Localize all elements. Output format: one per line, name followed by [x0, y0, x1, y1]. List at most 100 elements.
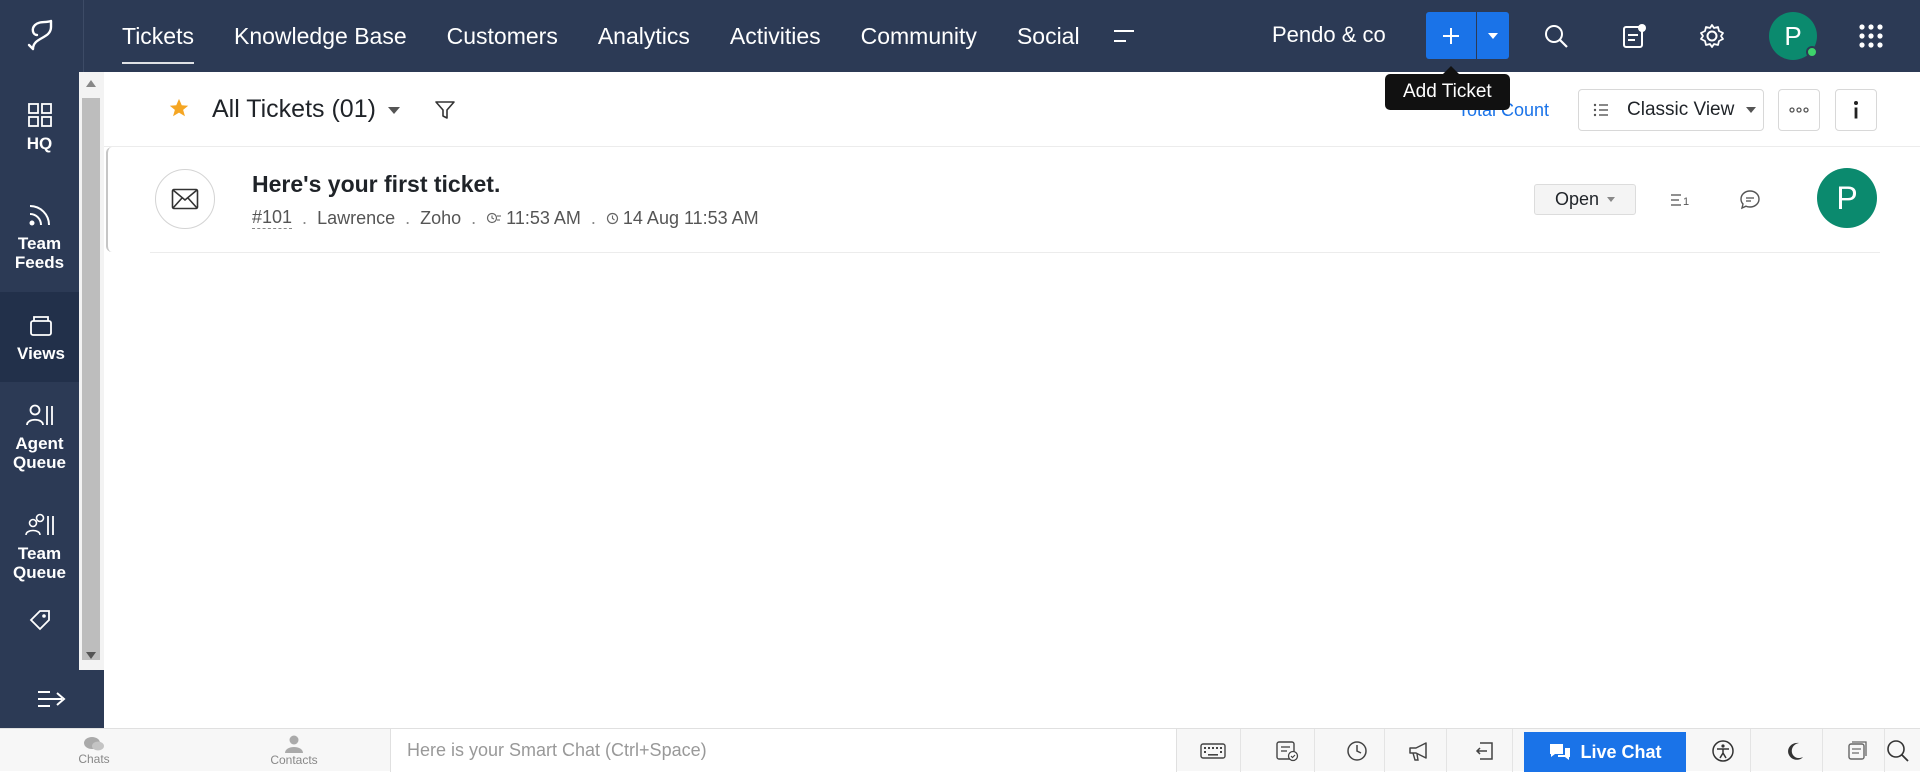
contacts-tab[interactable]: Contacts — [264, 729, 324, 772]
ticket-response-time: 11:53 AM — [506, 207, 581, 228]
view-mode-dropdown[interactable]: Classic View — [1578, 89, 1764, 131]
scroll-down-arrow-icon[interactable] — [86, 652, 96, 659]
view-header: All Tickets (01) Total Count Classic Vie… — [104, 72, 1920, 147]
chats-label: Chats — [78, 751, 110, 766]
chevron-down-icon — [1746, 107, 1757, 113]
sidebar-scrollbar[interactable] — [79, 72, 104, 670]
add-ticket-tooltip: Add Ticket — [1385, 66, 1510, 110]
add-options-dropdown[interactable] — [1477, 12, 1509, 59]
live-chat-button[interactable]: Live Chat — [1524, 732, 1686, 772]
info-button[interactable] — [1835, 89, 1877, 131]
ticket-id[interactable]: #101 — [252, 207, 293, 229]
thread-count: 1 — [1683, 196, 1689, 208]
response-time-icon — [487, 212, 502, 224]
status-label: Open — [1554, 189, 1600, 209]
sidebar-item-team-feeds[interactable]: Team Feeds — [0, 182, 79, 292]
contacts-label: Contacts — [270, 752, 318, 767]
tag-icon — [29, 610, 50, 631]
ticket-contact[interactable]: Lawrence — [317, 208, 395, 229]
plus-icon — [1443, 27, 1459, 44]
keyboard-icon[interactable] — [1186, 729, 1241, 772]
task-check-icon[interactable] — [1260, 729, 1315, 772]
bottom-bar: Chats Contacts Here is your Smart Chat (… — [0, 728, 1920, 772]
filter-icon[interactable] — [434, 99, 456, 121]
sidebar-item-hq[interactable]: HQ — [0, 72, 79, 182]
ticket-subject[interactable]: Here's your first ticket. — [252, 171, 500, 198]
avatar-initial: P — [1784, 20, 1802, 51]
nav-community[interactable]: Community — [841, 0, 997, 72]
status-dropdown[interactable]: Open — [1534, 184, 1636, 215]
clock-icon — [606, 212, 619, 224]
assignee-avatar[interactable]: P — [1817, 168, 1877, 228]
sidebar-item-label: Team Feeds — [14, 234, 65, 272]
nav-tickets[interactable]: Tickets — [102, 0, 214, 72]
sidebar-item-team-queue[interactable]: Team Queue — [0, 492, 79, 602]
smart-chat-input[interactable]: Here is your Smart Chat (Ctrl+Space) — [390, 729, 1177, 772]
meta-separator: . — [471, 207, 477, 228]
contact-person-icon — [285, 735, 303, 753]
sidebar-item-label: Team Queue — [13, 544, 66, 582]
top-navigation-bar: Tickets Knowledge Base Customers Analyti… — [0, 0, 1920, 72]
more-options-button[interactable] — [1778, 89, 1820, 131]
meta-separator: . — [302, 207, 308, 228]
main-nav: Tickets Knowledge Base Customers Analyti… — [84, 0, 1148, 72]
nav-analytics[interactable]: Analytics — [578, 0, 710, 72]
sidebar-item-agent-queue[interactable]: Agent Queue — [0, 382, 79, 492]
meta-separator: . — [405, 207, 411, 228]
accessibility-icon[interactable] — [1696, 729, 1751, 772]
nav-activities[interactable]: Activities — [710, 0, 841, 72]
threads-icon[interactable]: 1 — [1667, 185, 1697, 215]
collapse-sidebar-icon[interactable] — [0, 670, 104, 728]
sidebar-item-tags[interactable] — [0, 602, 79, 642]
user-avatar[interactable]: P — [1769, 12, 1818, 60]
sidebar-item-views[interactable]: Views — [0, 292, 79, 382]
channel-email-icon — [155, 169, 215, 229]
org-name[interactable]: Pendo & co — [1272, 22, 1386, 48]
sidebar-item-label: HQ — [26, 133, 53, 153]
comment-icon[interactable] — [1735, 185, 1765, 215]
feed-icon — [29, 205, 50, 226]
search-icon[interactable] — [1538, 18, 1574, 54]
sidebar-item-label: Agent Queue — [13, 434, 66, 472]
grid-icon — [27, 102, 52, 127]
left-sidebar: HQ Team Feeds Views Agent Queue Team Que… — [0, 72, 79, 728]
settings-gear-icon[interactable] — [1694, 18, 1730, 54]
nav-customers[interactable]: Customers — [427, 0, 578, 72]
ticket-account[interactable]: Zoho — [420, 208, 461, 229]
add-ticket-button[interactable] — [1426, 12, 1476, 59]
notifications-icon[interactable] — [1616, 18, 1652, 54]
scroll-up-arrow-icon[interactable] — [86, 80, 96, 87]
favorite-star-icon[interactable] — [168, 97, 190, 119]
list-view-icon — [1593, 103, 1608, 117]
desk-logo-icon[interactable] — [0, 0, 84, 72]
chevron-down-icon — [1607, 197, 1616, 202]
view-title[interactable]: All Tickets (01) — [212, 95, 376, 124]
search-bottom-icon[interactable] — [1875, 729, 1920, 772]
live-chat-icon — [1550, 744, 1571, 760]
team-queue-icon — [24, 513, 54, 536]
row-divider — [150, 252, 1880, 253]
app-launcher-grid-icon[interactable] — [1853, 18, 1889, 54]
ticket-meta: #101 . Lawrence . Zoho . 11:53 AM . 14 A… — [252, 207, 759, 229]
switch-account-icon[interactable] — [1458, 729, 1513, 772]
info-icon — [1854, 101, 1858, 119]
view-selector-caret-icon[interactable] — [388, 107, 400, 114]
announcement-megaphone-icon[interactable] — [1392, 729, 1447, 772]
ticket-due-date: 14 Aug 11:53 AM — [622, 207, 759, 228]
nav-social[interactable]: Social — [997, 0, 1100, 72]
ellipsis-icon — [1789, 107, 1809, 113]
dark-mode-moon-icon[interactable] — [1768, 729, 1823, 772]
meta-separator: . — [590, 207, 596, 228]
history-clock-icon[interactable] — [1330, 729, 1385, 772]
more-modules-icon[interactable] — [1100, 0, 1148, 72]
sidebar-item-label: Views — [17, 343, 65, 363]
ticket-row[interactable]: Here's your first ticket. #101 . Lawrenc… — [106, 147, 1882, 252]
online-status-dot — [1806, 46, 1818, 58]
caret-down-icon — [1488, 32, 1498, 39]
live-chat-label: Live Chat — [1580, 741, 1662, 762]
scrollbar-thumb[interactable] — [82, 98, 100, 660]
agent-queue-icon — [25, 404, 53, 426]
nav-knowledge-base[interactable]: Knowledge Base — [214, 0, 427, 72]
view-mode-label: Classic View — [1627, 99, 1735, 120]
chats-tab[interactable]: Chats — [68, 729, 120, 772]
